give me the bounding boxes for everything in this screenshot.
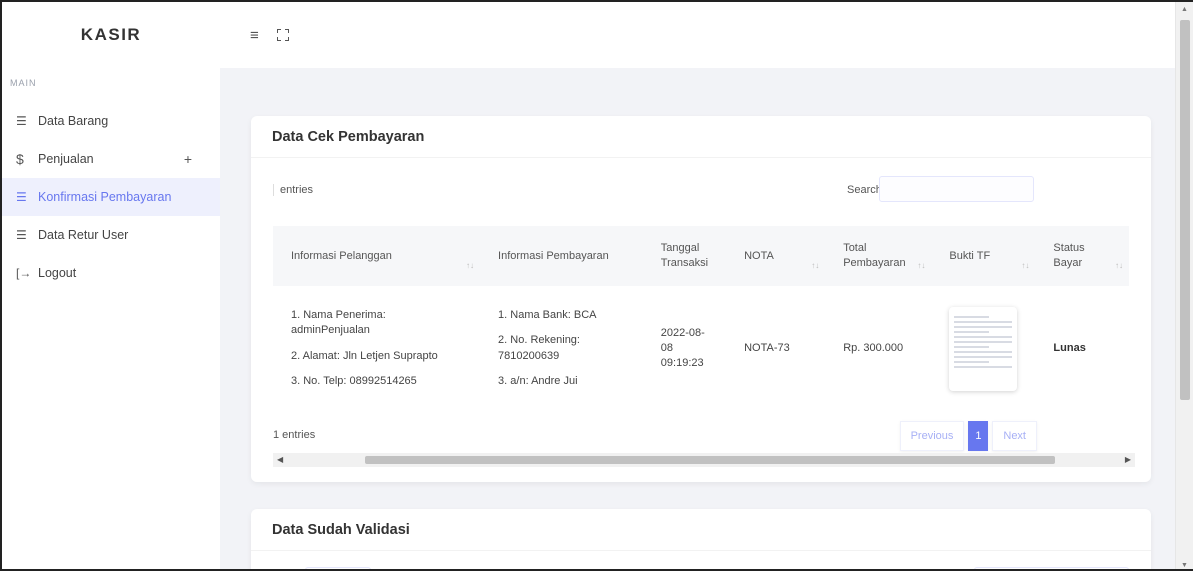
cell-nota: NOTA-73 [726, 286, 826, 412]
sort-icon: ↑↓ [1115, 261, 1123, 271]
sort-icon: ↑↓ [917, 261, 926, 271]
cell-informasi-pembayaran: 1. Nama Bank: BCA 2. No. Rekening: 78102… [480, 286, 643, 412]
vertical-scrollbar[interactable]: ▲ ▼ [1175, 2, 1193, 569]
col-bukti-tf[interactable]: Bukti TF ↑↓ [931, 226, 1036, 286]
sidebar-item-label: Logout [38, 266, 77, 280]
sidebar-item-label: Data Retur User [38, 228, 129, 242]
pagination: Previous 1 Next [899, 421, 1037, 451]
cell-status-bayar: Lunas [1035, 286, 1129, 412]
table-header-row: Informasi Pelanggan ↑↓ Informasi Pembayar… [273, 226, 1129, 286]
col-informasi-pembayaran[interactable]: Informasi Pembayaran [480, 226, 643, 286]
sidebar: KASIR MAIN ☰ Data Barang $ Penjualan + ☰… [2, 2, 220, 569]
search-input[interactable] [879, 176, 1034, 202]
search-input[interactable] [974, 567, 1129, 569]
sort-icon: ↑↓ [811, 261, 820, 271]
hamburger-icon[interactable]: ≡ [250, 27, 259, 44]
logout-icon: [→ [16, 266, 32, 280]
scroll-up-icon[interactable]: ▲ [1181, 6, 1188, 13]
table-footer: 1 entries Previous 1 Next [273, 421, 1133, 451]
table-container[interactable]: Informasi Pelanggan ↑↓ Informasi Pembayar… [273, 226, 1129, 412]
page-1-button[interactable]: 1 [968, 421, 989, 451]
col-status-bayar[interactable]: Status Bayar ↑↓ [1035, 226, 1129, 286]
list-icon: ☰ [16, 190, 27, 204]
list-icon: ☰ [16, 228, 27, 242]
dollar-icon: $ [16, 151, 24, 167]
topbar: ≡ [220, 2, 1177, 68]
sidebar-item-data-retur-user[interactable]: ☰ Data Retur User [2, 216, 220, 254]
table-toolbar: entries Search: [273, 176, 1133, 206]
status-text: Lunas [1053, 342, 1086, 355]
cell-total-pembayaran: Rp. 300.000 [825, 286, 932, 412]
sidebar-item-konfirmasi-pembayaran[interactable]: ☰ Konfirmasi Pembayaran [2, 178, 220, 216]
sidebar-item-label: Penjualan [38, 152, 94, 166]
scroll-right-icon[interactable]: ▶ [1125, 455, 1131, 464]
transfer-receipt-thumbnail[interactable] [949, 306, 1018, 391]
card-data-sudah-validasi: Data Sudah Validasi [251, 509, 1151, 569]
cell-bukti-tf [931, 286, 1036, 412]
sidebar-item-logout[interactable]: [→ Logout [2, 254, 220, 292]
card-data-cek-pembayaran: Data Cek Pembayaran entries Search: Info… [251, 116, 1151, 482]
sidebar-item-data-barang[interactable]: ☰ Data Barang [2, 102, 220, 140]
col-total-pembayaran[interactable]: Total Pembayaran ↑↓ [825, 226, 932, 286]
fullscreen-icon[interactable] [276, 29, 289, 41]
entries-label: entries [273, 184, 313, 196]
sort-icon: ↑↓ [466, 261, 475, 271]
entries-select[interactable] [305, 567, 371, 569]
scroll-left-icon[interactable]: ◀ [277, 455, 283, 464]
cell-informasi-pelanggan: 1. Nama Penerima: adminPenjualan 2. Alam… [273, 286, 481, 412]
table-row: 1. Nama Penerima: adminPenjualan 2. Alam… [273, 286, 1129, 412]
payment-table: Informasi Pelanggan ↑↓ Informasi Pembayar… [273, 226, 1129, 412]
entries-info: 1 entries [273, 429, 316, 441]
app-frame: KASIR MAIN ☰ Data Barang $ Penjualan + ☰… [0, 0, 1193, 571]
card-title: Data Sudah Validasi [251, 509, 1151, 551]
scrollbar-thumb[interactable] [1180, 20, 1190, 400]
previous-button[interactable]: Previous [899, 421, 965, 451]
sidebar-item-label: Konfirmasi Pembayaran [38, 190, 172, 204]
scrollbar-thumb[interactable] [365, 456, 1055, 464]
expand-icon[interactable]: + [184, 151, 192, 167]
list-icon: ☰ [16, 114, 27, 128]
cell-tanggal-transaksi: 2022-08-08 09:19:23 [642, 286, 727, 412]
menu-header: MAIN [10, 78, 37, 88]
col-informasi-pelanggan[interactable]: Informasi Pelanggan ↑↓ [273, 226, 481, 286]
sort-icon: ↑↓ [1021, 261, 1030, 271]
col-tanggal-transaksi[interactable]: Tanggal Transaksi [642, 226, 727, 286]
brand-logo[interactable]: KASIR [2, 2, 220, 68]
sidebar-item-label: Data Barang [38, 114, 109, 128]
sidebar-item-penjualan[interactable]: $ Penjualan + [2, 140, 220, 178]
card-title: Data Cek Pembayaran [251, 116, 1151, 158]
horizontal-scrollbar[interactable]: ◀ ▶ [273, 453, 1135, 467]
col-nota[interactable]: NOTA ↑↓ [726, 226, 826, 286]
next-button[interactable]: Next [992, 421, 1037, 451]
scroll-down-icon[interactable]: ▼ [1181, 562, 1188, 569]
